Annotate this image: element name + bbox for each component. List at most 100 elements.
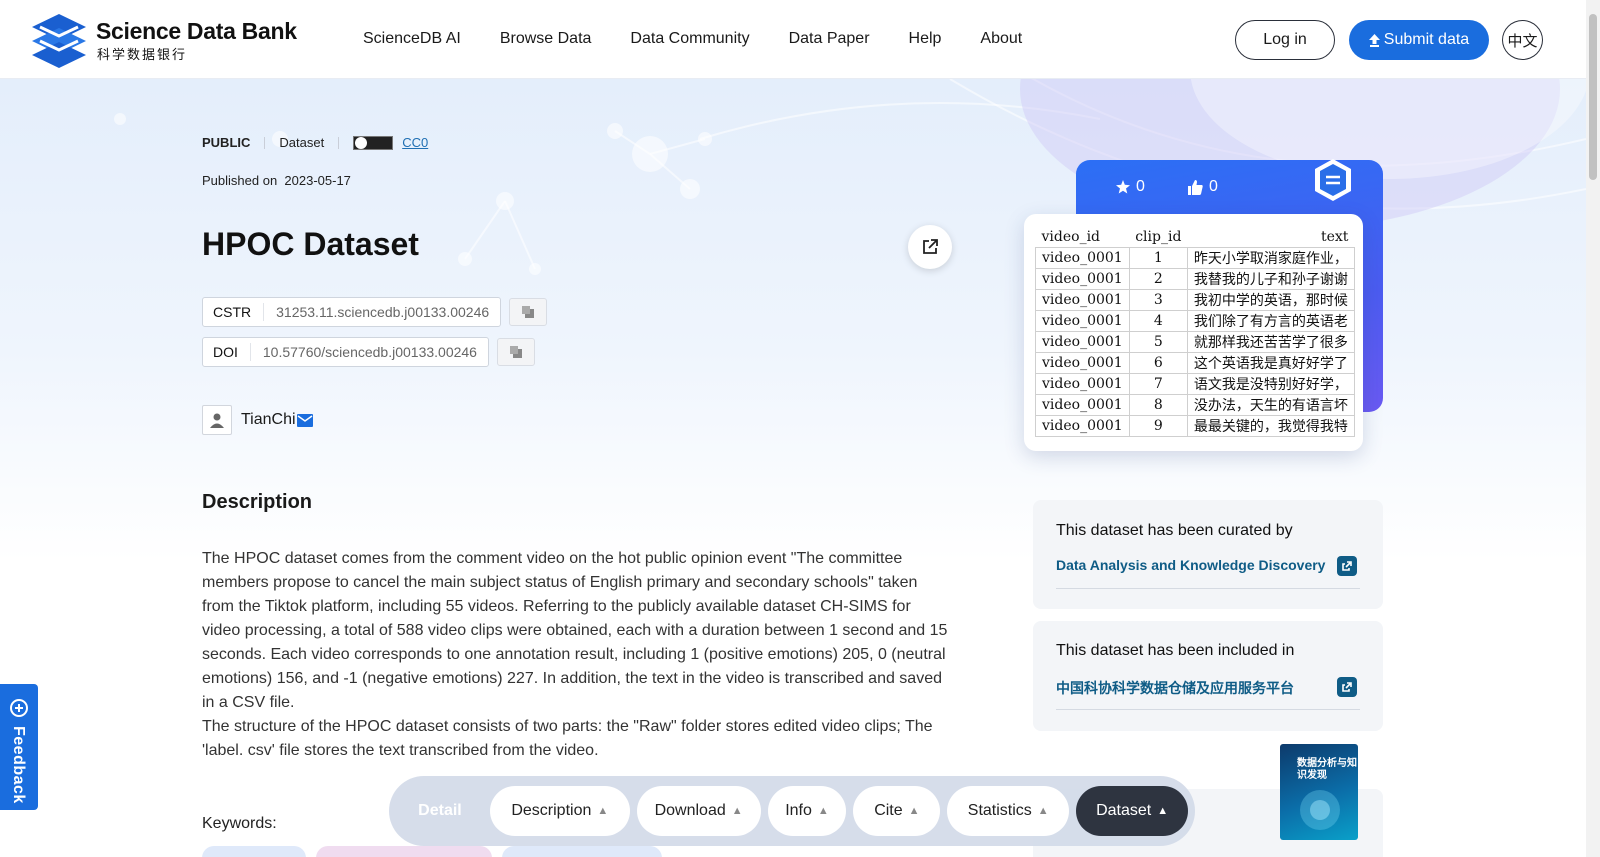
- tab-info[interactable]: Info ▲: [767, 786, 847, 836]
- copy-doi-button[interactable]: [496, 338, 535, 366]
- page-scrollbar[interactable]: [1586, 0, 1600, 857]
- preview-cell: 8: [1128, 393, 1188, 416]
- divider: [338, 136, 340, 149]
- keyword-chip[interactable]: [316, 846, 492, 857]
- tab-cite[interactable]: Cite ▲: [853, 786, 941, 836]
- preview-cell: video_0001: [1035, 309, 1130, 332]
- nav-data-community[interactable]: Data Community: [630, 30, 749, 48]
- preview-cell: 昨天小学取消家庭作业，: [1186, 246, 1355, 269]
- scrollbar-thumb[interactable]: [1589, 14, 1597, 180]
- tab-description[interactable]: Description ▲: [489, 786, 630, 836]
- preview-cell: 7: [1128, 372, 1188, 395]
- preview-cell: video_0001: [1035, 288, 1130, 311]
- thumbs-up-icon: [1188, 179, 1203, 195]
- author: TianChi: [202, 405, 313, 435]
- preview-cell: video_0001: [1035, 330, 1130, 353]
- included-heading: This dataset has been included in: [1056, 642, 1295, 659]
- tab-download[interactable]: Download ▲: [636, 786, 761, 836]
- submit-data-label: Submit data: [1383, 31, 1470, 48]
- preview-row: video_0001 6 这个英语我是真好好学了: [1035, 351, 1355, 374]
- copy-icon: [522, 306, 535, 318]
- copy-icon: [509, 346, 522, 358]
- preview-cell: 6: [1128, 351, 1188, 374]
- tab-detail[interactable]: Detail: [397, 786, 483, 836]
- copy-cstr-button[interactable]: [509, 298, 548, 326]
- preview-cell: video_0001: [1035, 414, 1130, 437]
- submit-data-button[interactable]: Submit data: [1349, 20, 1489, 60]
- tab-label: Dataset: [1096, 802, 1152, 819]
- published-label: Published on: [202, 173, 278, 188]
- chevron-up-icon: ▲: [731, 805, 743, 817]
- preview-header: text: [1320, 228, 1349, 245]
- tab-label: Detail: [418, 802, 462, 819]
- cstr-field: CSTR 31253.11.sciencedb.j00133.00246: [202, 297, 502, 327]
- doi-value: 10.57760/sciencedb.j00133.00246: [262, 344, 477, 360]
- nav-about[interactable]: About: [980, 30, 1022, 48]
- preview-header: clip_id: [1135, 228, 1182, 245]
- favorites-count[interactable]: 0: [1116, 178, 1145, 196]
- preview-cell: 没办法，天生的有语言坏: [1186, 393, 1355, 416]
- preview-cell: video_0001: [1035, 372, 1130, 395]
- preview-cell: 这个英语我是真好好学了: [1186, 351, 1355, 374]
- nav-help[interactable]: Help: [909, 30, 942, 48]
- cstr-row: CSTR 31253.11.sciencedb.j00133.00246: [202, 297, 548, 327]
- curated-link[interactable]: Data Analysis and Knowledge Discovery: [1056, 557, 1325, 573]
- curated-heading: This dataset has been curated by: [1056, 522, 1293, 539]
- upload-icon: [1368, 33, 1380, 47]
- feedback-label: Feedback: [10, 726, 27, 804]
- feedback-button[interactable]: Feedback: [0, 684, 38, 810]
- included-link[interactable]: 中国科协科学数据仓储及应用服务平台: [1056, 678, 1294, 698]
- tab-label: Description: [511, 802, 592, 819]
- external-link-icon[interactable]: [1337, 677, 1357, 697]
- description-paragraph: The HPOC dataset comes from the comment …: [202, 550, 948, 711]
- preview-cell: 就那样我还苦苦学了很多: [1186, 330, 1355, 353]
- nav-data-paper[interactable]: Data Paper: [789, 30, 870, 48]
- preview-row: video_0001 7 语文我是没特别好好学，: [1035, 372, 1355, 395]
- sciencedb-badge-icon: [1315, 159, 1351, 201]
- doi-field: DOI 10.57760/sciencedb.j00133.00246: [202, 337, 489, 367]
- license-link[interactable]: CC0: [402, 135, 428, 150]
- tab-dataset[interactable]: Dataset ▲: [1076, 786, 1188, 836]
- doi-label: DOI: [203, 343, 251, 361]
- preview-row: video_0001 8 没办法，天生的有语言坏: [1035, 393, 1355, 416]
- site-logo[interactable]: Science Data Bank 科学数据银行: [30, 12, 297, 68]
- data-preview-image[interactable]: video_id clip_id text video_0001 1 昨天小学取消家…: [1024, 214, 1363, 451]
- logo-title: Science Data Bank: [96, 18, 297, 44]
- preview-cell: video_0001: [1035, 267, 1130, 290]
- preview-cell: 语文我是没特别好好学，: [1186, 372, 1355, 395]
- preview-cell: 1: [1128, 246, 1188, 269]
- nav-browse-data[interactable]: Browse Data: [500, 30, 592, 48]
- share-button[interactable]: [908, 225, 952, 269]
- preview-cell: 我初中学的英语，那时候: [1186, 288, 1355, 311]
- star-icon: [1116, 180, 1130, 194]
- main-nav: ScienceDB AI Browse Data Data Community …: [363, 30, 1061, 48]
- preview-row: video_0001 5 就那样我还苦苦学了很多: [1035, 330, 1355, 353]
- preview-cell: 我替我的儿子和孙子谢谢: [1186, 267, 1355, 290]
- nav-sciencedb-ai[interactable]: ScienceDB AI: [363, 30, 461, 48]
- divider: [1056, 709, 1360, 710]
- section-tab-bar: Detail Description ▲ Download ▲ Info ▲ Cite…: [389, 776, 1195, 846]
- journal-cover-art: [1300, 790, 1340, 830]
- keyword-chip[interactable]: [202, 846, 306, 857]
- language-toggle[interactable]: 中文: [1502, 20, 1543, 60]
- published-date: Published on 2023-05-17: [202, 173, 351, 188]
- chevron-up-icon: ▲: [597, 805, 609, 817]
- avatar-icon: [202, 405, 232, 435]
- tab-statistics[interactable]: Statistics ▲: [947, 786, 1070, 836]
- preview-cell: 4: [1128, 309, 1188, 332]
- author-name[interactable]: TianChi: [241, 411, 296, 429]
- mail-icon[interactable]: [296, 413, 313, 427]
- preview-cell: video_0001: [1035, 246, 1130, 269]
- preview-cell: 2: [1128, 267, 1188, 290]
- preview-row: video_0001 9 最最关键的，我觉得我特: [1035, 414, 1355, 437]
- login-button[interactable]: Log in: [1235, 20, 1335, 60]
- external-link-icon[interactable]: [1337, 556, 1357, 576]
- journal-cover[interactable]: 数据分析与知识发现: [1280, 744, 1358, 840]
- included-in-box: This dataset has been included in 中国科协科学…: [1033, 621, 1383, 731]
- cstr-label: CSTR: [203, 303, 265, 321]
- doi-row: DOI 10.57760/sciencedb.j00133.00246: [202, 337, 535, 367]
- keyword-chip[interactable]: [502, 846, 662, 857]
- keyword-chips: [202, 846, 662, 857]
- likes-count[interactable]: 0: [1188, 178, 1218, 196]
- tab-label: Download: [654, 802, 726, 819]
